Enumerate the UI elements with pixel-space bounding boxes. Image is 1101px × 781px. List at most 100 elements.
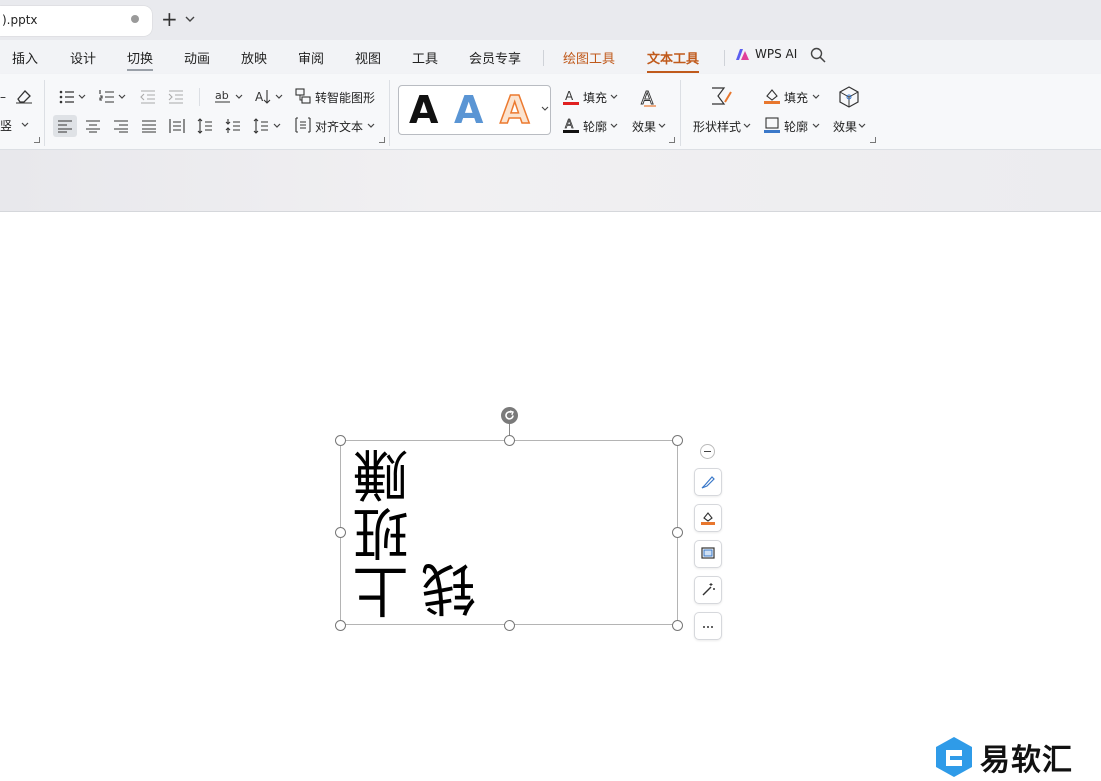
ribbon: – 竖 ab A 转智能图形 对齐文本 A A A A 填充 A 轮廓 A 效果… [0, 74, 1101, 150]
menu-slideshow[interactable]: 放映 [241, 48, 267, 67]
gallery-expand-icon[interactable] [541, 105, 549, 113]
line-spacing-icon[interactable] [197, 118, 213, 134]
resize-handle-top[interactable] [504, 435, 515, 446]
menu-drawing-tools[interactable]: 绘图工具 [563, 48, 615, 67]
text-effect-icon[interactable]: A [638, 86, 660, 108]
text-style-orange-outline[interactable]: A [499, 86, 530, 134]
text-direction-icon[interactable]: ab [214, 88, 244, 106]
menu-tools[interactable]: 工具 [412, 48, 438, 67]
chevron-down-icon[interactable] [366, 122, 376, 130]
quick-fill-button[interactable] [694, 504, 722, 532]
svg-text:A: A [255, 90, 264, 104]
text-style-black[interactable]: A [409, 86, 438, 134]
chevron-down-icon[interactable] [811, 93, 821, 101]
shape-fill-icon[interactable] [763, 87, 781, 105]
rotate-handle-icon[interactable] [500, 406, 519, 425]
resize-handle-right[interactable] [672, 527, 683, 538]
menu-view[interactable]: 视图 [355, 48, 381, 67]
resize-handle-left[interactable] [335, 527, 346, 538]
new-tab-button[interactable]: + [161, 9, 178, 29]
text-fill-icon[interactable]: A [562, 88, 580, 106]
resize-handle-top-right[interactable] [672, 435, 683, 446]
eraser-icon[interactable] [15, 88, 33, 104]
slide-area-top-band [0, 150, 1101, 212]
shape-outline-icon[interactable] [763, 116, 781, 134]
ribbon-separator [44, 80, 45, 146]
menu-text-tools[interactable]: 文本工具 [647, 48, 700, 73]
resize-handle-bottom[interactable] [504, 620, 515, 631]
menu-transition[interactable]: 切换 [127, 48, 154, 71]
search-icon[interactable] [810, 47, 826, 63]
svg-text:A: A [565, 117, 574, 131]
text-effect-button[interactable]: 效果 [632, 118, 656, 135]
chevron-down-icon[interactable] [657, 122, 667, 130]
chevron-down-icon[interactable] [609, 122, 619, 130]
spacing-dropdown-icon[interactable] [253, 118, 283, 134]
document-tab[interactable]: ).pptx [0, 6, 152, 36]
quick-style-button[interactable] [694, 468, 722, 496]
chevron-down-icon[interactable] [609, 93, 619, 101]
smart-shape-button[interactable]: 转智能图形 [315, 89, 375, 106]
watermark-logo-icon [936, 737, 972, 777]
collapse-toolbar-button[interactable] [700, 444, 715, 459]
menu-insert[interactable]: 插入 [12, 48, 38, 67]
shape-style-button[interactable]: 形状样式 [693, 118, 741, 135]
increase-indent-icon[interactable] [168, 89, 184, 105]
wps-ai-logo-icon [736, 48, 749, 60]
menu-review[interactable]: 审阅 [298, 48, 324, 67]
shape-effect-button[interactable]: 效果 [833, 118, 857, 135]
resize-handle-top-left[interactable] [335, 435, 346, 446]
text-outline-icon[interactable]: A [562, 116, 580, 134]
dialog-launcher-icon[interactable] [379, 137, 385, 143]
align-right-icon[interactable] [113, 119, 129, 133]
dialog-launcher-icon[interactable] [870, 137, 876, 143]
align-text-button[interactable]: 对齐文本 [315, 118, 363, 135]
resize-handle-bottom-right[interactable] [672, 620, 683, 631]
unsaved-dot-icon[interactable] [131, 15, 139, 23]
svg-text:ab: ab [215, 89, 229, 102]
shape-style-icon[interactable] [710, 86, 734, 108]
smart-shape-icon [295, 88, 311, 104]
text-sort-icon[interactable]: A [254, 88, 284, 106]
decrease-indent-icon[interactable] [140, 89, 156, 105]
shape-effect-icon[interactable] [838, 85, 860, 109]
align-left-icon[interactable] [57, 119, 73, 133]
distribute-icon[interactable] [169, 118, 185, 134]
more-icon [703, 626, 713, 628]
chevron-down-icon[interactable] [811, 122, 821, 130]
chevron-down-icon[interactable] [20, 121, 30, 129]
quick-outline-button[interactable] [694, 540, 722, 568]
quick-ai-button[interactable] [694, 576, 722, 604]
vertical-text-label[interactable]: 竖 [0, 117, 12, 134]
resize-handle-bottom-left[interactable] [335, 620, 346, 631]
menu-animation[interactable]: 动画 [184, 48, 210, 67]
text-style-blue[interactable]: A [454, 86, 483, 134]
bullet-list-icon[interactable] [59, 89, 87, 105]
svg-text:A: A [565, 89, 574, 103]
align-center-icon[interactable] [85, 119, 101, 133]
text-style-gallery[interactable]: A A A [398, 85, 551, 135]
shape-fill-button[interactable]: 填充 [784, 89, 808, 106]
chevron-down-icon[interactable] [742, 122, 752, 130]
wps-ai-button[interactable]: WPS AI [735, 47, 797, 61]
wps-ai-label: WPS AI [755, 47, 798, 61]
text-outline-button[interactable]: 轮廓 [583, 118, 607, 135]
menu-design[interactable]: 设计 [70, 48, 96, 67]
chevron-down-icon[interactable] [857, 122, 867, 130]
justify-icon[interactable] [141, 119, 157, 133]
paragraph-spacing-icon[interactable] [225, 118, 241, 134]
watermark-text: 易软汇 [980, 743, 1073, 778]
numbered-list-icon[interactable] [99, 89, 127, 105]
menu-member[interactable]: 会员专享 [469, 48, 521, 67]
chevron-down-icon[interactable] [184, 13, 196, 25]
shape-outline-button[interactable]: 轮廓 [784, 118, 808, 135]
text-fill-button[interactable]: 填充 [583, 89, 607, 106]
paint-bucket-icon [701, 512, 715, 525]
brush-icon [701, 476, 715, 489]
more-options-button[interactable] [694, 612, 722, 640]
text-line-2[interactable]: 钱 [421, 560, 486, 618]
dialog-launcher-icon[interactable] [669, 137, 675, 143]
dialog-launcher-icon[interactable] [34, 137, 40, 143]
text-line-1[interactable]: 上班赚 [353, 446, 418, 620]
align-text-icon [295, 117, 311, 133]
